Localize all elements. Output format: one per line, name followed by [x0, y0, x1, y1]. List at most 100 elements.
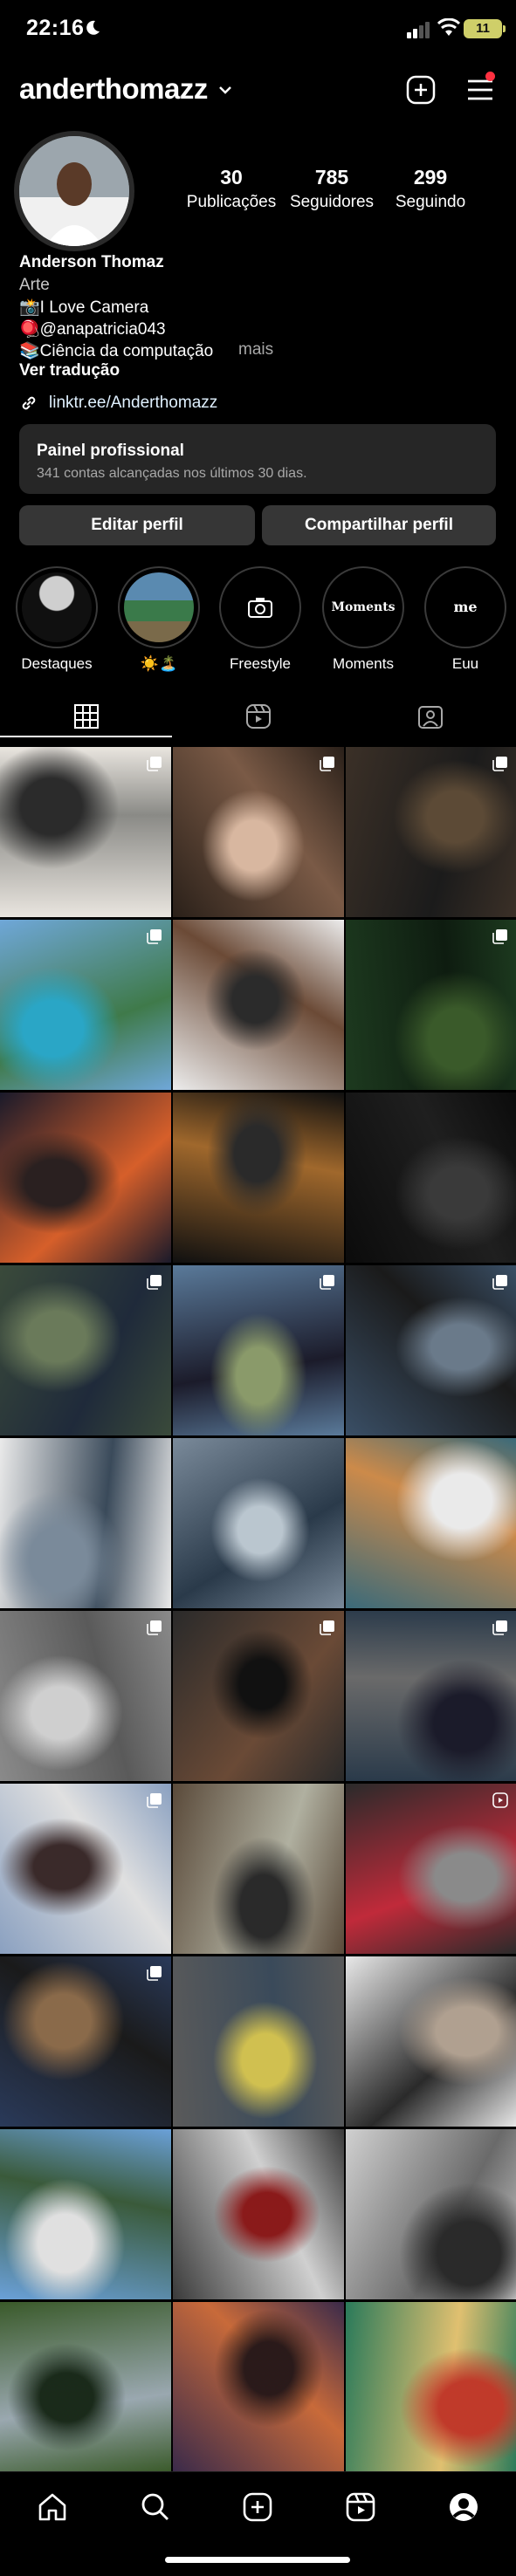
- profile-link[interactable]: linktr.ee/Anderthomazz: [49, 394, 217, 413]
- home-icon[interactable]: [37, 2491, 68, 2523]
- moon-icon: [86, 20, 100, 35]
- search-icon[interactable]: [140, 2491, 171, 2523]
- post-sitting-rooftop[interactable]: [0, 1611, 171, 1781]
- post-profile-side[interactable]: [346, 1265, 516, 1435]
- stat-followers[interactable]: 785 Seguidores: [279, 166, 384, 212]
- profile-name: Anderson Thomaz: [19, 253, 164, 271]
- carousel-icon: [147, 1966, 162, 1981]
- post-group[interactable]: [346, 1611, 516, 1781]
- highlight-cover: [16, 566, 98, 648]
- highlight-image: [124, 572, 194, 642]
- stat-posts-label: Publicações: [186, 193, 277, 211]
- post-couple-kiss[interactable]: [173, 747, 344, 917]
- post-sunset-silhouette[interactable]: [0, 1093, 171, 1263]
- post-pool-resort[interactable]: [0, 920, 171, 1090]
- new-post-icon[interactable]: [406, 75, 436, 105]
- carousel-icon: [147, 1620, 162, 1635]
- tagged-icon: [418, 706, 443, 729]
- post-dog[interactable]: [173, 1093, 344, 1263]
- share-profile-button[interactable]: Compartilhar perfil: [262, 505, 496, 545]
- post-collage-hype[interactable]: [173, 1438, 344, 1608]
- profile-icon[interactable]: [448, 2491, 479, 2523]
- post-camera[interactable]: [346, 1093, 516, 1263]
- profile-username[interactable]: anderthomazz: [19, 72, 208, 106]
- post-boat[interactable]: [346, 2302, 516, 2472]
- tab-reels[interactable]: [172, 696, 344, 736]
- post-collage-mural[interactable]: [346, 1438, 516, 1608]
- profile-category: Arte: [19, 276, 50, 294]
- dashboard-title: Painel profissional: [37, 442, 184, 460]
- highlight-image: [22, 572, 92, 642]
- professional-dashboard[interactable]: Painel profissional 341 contas alcançada…: [19, 424, 496, 494]
- tab-tagged[interactable]: [344, 696, 516, 736]
- carousel-icon: [320, 1275, 334, 1290]
- post-cap-portrait[interactable]: [0, 2129, 171, 2299]
- carousel-icon: [320, 757, 334, 771]
- highlight-freestyle[interactable]: Freestyle: [217, 566, 304, 673]
- carousel-icon: [147, 1275, 162, 1290]
- stat-followers-label: Seguidores: [289, 193, 375, 211]
- post-laptop[interactable]: [173, 1611, 344, 1781]
- post-slippers[interactable]: [346, 747, 516, 917]
- post-forest-girl[interactable]: [346, 920, 516, 1090]
- highlight-image: Moments: [328, 572, 398, 642]
- carousel-icon: [492, 1620, 507, 1635]
- stat-following[interactable]: 299 Seguindo: [378, 166, 483, 212]
- reels-icon: [246, 704, 271, 729]
- post-three-friends[interactable]: [173, 1784, 344, 1954]
- active-tab-indicator: [0, 736, 172, 737]
- post-jacket-street[interactable]: [173, 2129, 344, 2299]
- edit-profile-button[interactable]: Editar perfil: [19, 505, 255, 545]
- highlight-cover: [118, 566, 200, 648]
- camera-icon: [248, 598, 272, 618]
- post-city-night[interactable]: [0, 1956, 171, 2127]
- post-mall-selfie[interactable]: [346, 1956, 516, 2127]
- posts-grid: [0, 747, 516, 2472]
- home-indicator[interactable]: [165, 2557, 350, 2563]
- post-escalator[interactable]: [346, 1784, 516, 1954]
- post-bike-trail[interactable]: [0, 2302, 171, 2472]
- stat-posts[interactable]: 30 Publicações: [179, 166, 284, 212]
- highlight-cover: me: [424, 566, 506, 648]
- highlight-label: Moments: [333, 655, 394, 672]
- highlight-cover: [219, 566, 301, 648]
- stat-following-label: Seguindo: [395, 193, 466, 211]
- stat-following-value: 299: [413, 166, 448, 188]
- highlight-cover: Moments: [322, 566, 404, 648]
- highlight-moments[interactable]: Moments Moments: [320, 566, 407, 673]
- translate-link[interactable]: Ver tradução: [19, 361, 120, 380]
- dashboard-subtitle: 341 contas alcançadas nos últimos 30 dia…: [37, 466, 307, 481]
- notification-dot: [485, 72, 495, 81]
- chevron-down-icon[interactable]: [218, 85, 232, 95]
- carousel-icon: [492, 757, 507, 771]
- avatar-photo: [19, 136, 129, 246]
- battery-indicator: 11: [464, 19, 502, 38]
- create-icon[interactable]: [242, 2491, 273, 2523]
- reels-icon[interactable]: [345, 2491, 376, 2523]
- bio-more-link[interactable]: mais: [238, 340, 273, 360]
- post-street-walk[interactable]: [0, 1265, 171, 1435]
- bio-line-3: 📚Ciência da computação: [19, 342, 214, 360]
- status-time: 22:16: [26, 16, 85, 40]
- post-beach-boy[interactable]: [173, 1265, 344, 1435]
- stat-followers-value: 785: [314, 166, 349, 188]
- bio-line-2[interactable]: 🪀@anapatricia043: [19, 319, 166, 339]
- menu-icon[interactable]: [466, 78, 494, 102]
- highlight-destaques[interactable]: Destaques: [13, 566, 100, 673]
- post-parking-dance[interactable]: [173, 1956, 344, 2127]
- wifi-icon: [437, 18, 461, 36]
- highlight-beach[interactable]: ☀️🏝️: [115, 566, 203, 673]
- avatar[interactable]: [19, 136, 129, 246]
- post-sunset-sky[interactable]: [173, 2302, 344, 2472]
- post-collage-skate[interactable]: [0, 1438, 171, 1608]
- highlight-image: me: [430, 572, 500, 642]
- grid-icon: [74, 704, 99, 729]
- post-couple-white[interactable]: [0, 747, 171, 917]
- post-two-friends[interactable]: [0, 1784, 171, 1954]
- post-selfie-car[interactable]: [173, 920, 344, 1090]
- highlight-euu[interactable]: me Euu: [422, 566, 509, 673]
- highlight-label: Euu: [451, 655, 479, 672]
- highlight-label: ☀️🏝️: [140, 655, 178, 672]
- post-dome[interactable]: [346, 2129, 516, 2299]
- tab-grid[interactable]: [0, 696, 172, 736]
